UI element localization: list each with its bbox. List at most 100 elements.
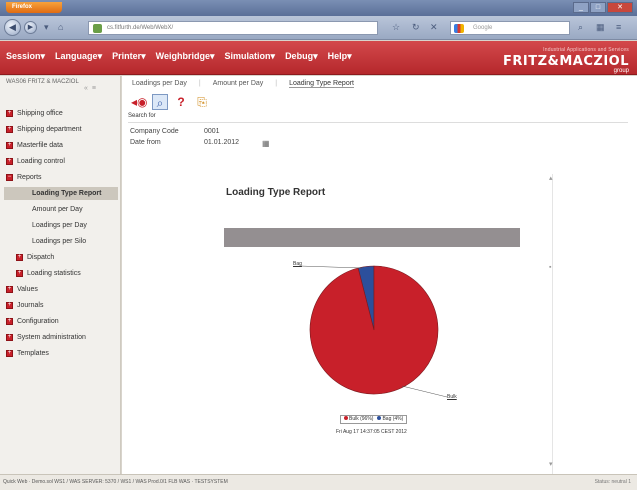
expand-icon[interactable]: + xyxy=(6,317,13,325)
pie-label-bag: Bag xyxy=(293,261,302,267)
menu-label: Weighbridge xyxy=(155,51,210,61)
expand-icon[interactable]: + xyxy=(6,109,13,117)
search-go-icon[interactable]: ⌕ xyxy=(578,22,583,33)
expand-icon[interactable]: + xyxy=(6,349,13,357)
history-dropdown-icon[interactable]: ▾ xyxy=(44,22,49,33)
sidebar-item-loadings-per-day[interactable]: Loadings per Day xyxy=(6,220,87,230)
pie-slice-bulk xyxy=(309,265,439,395)
collapse-icon[interactable]: − xyxy=(6,173,13,181)
sidebar-item-label: Shipping office xyxy=(17,109,63,117)
menu-label: Debug xyxy=(285,51,314,61)
expand-icon[interactable]: + xyxy=(6,141,13,149)
legend-swatch-icon xyxy=(377,416,382,420)
sidebar-item-loading-type-report[interactable]: Loading Type Report xyxy=(6,188,101,198)
sidebar-item-label: Reports xyxy=(17,173,42,181)
addon-icon[interactable]: ▦ xyxy=(596,22,605,33)
sidebar-item-shipping-department[interactable]: + Shipping department xyxy=(6,124,82,134)
sidebar-item-label: Loading Type Report xyxy=(32,189,102,197)
expand-icon[interactable]: + xyxy=(6,285,13,293)
sidebar-item-label: Loadings per Day xyxy=(32,221,87,229)
brand-sub: group xyxy=(613,68,629,74)
close-icon[interactable]: ✕ xyxy=(607,2,633,13)
bookmark-star-icon[interactable]: ☆ xyxy=(392,22,400,33)
maximize-icon[interactable]: □ xyxy=(590,2,606,13)
pie-leader-bag xyxy=(299,265,363,269)
menu-label: Help xyxy=(327,51,348,61)
menu-label: Simulation xyxy=(224,51,271,61)
menu-simulation[interactable]: Simulation▾ xyxy=(225,51,276,62)
report-timestamp: Fri Aug 17 14:37:05 CEST 2012 xyxy=(336,429,407,435)
expand-icon[interactable]: + xyxy=(16,253,23,261)
status-right: Status: neutral 1 xyxy=(594,479,631,485)
sidebar-item-system-administration[interactable]: + System administration xyxy=(6,332,86,342)
sidebar-item-label: Templates xyxy=(17,349,49,357)
browser-search-input[interactable]: Google xyxy=(450,21,570,35)
sidebar-item-label: System administration xyxy=(17,333,86,341)
minimize-icon[interactable]: _ xyxy=(573,2,589,13)
sidebar-item-loading-control[interactable]: + Loading control xyxy=(6,156,65,166)
menu-label: Printer xyxy=(112,51,142,61)
sidebar-item-amount-per-day[interactable]: Amount per Day xyxy=(6,204,83,214)
main-menu: Session▾ Language▾ Printer▾ Weighbridge▾… xyxy=(6,51,352,62)
legend-item-bag: Bag (4%) xyxy=(377,416,403,423)
sidebar-tools: «≡ xyxy=(84,85,100,92)
sidebar-item-values[interactable]: + Values xyxy=(6,284,38,294)
sidebar-item-reports[interactable]: − Reports xyxy=(6,172,42,182)
browser-titlebar: Firefox _ □ ✕ xyxy=(0,0,637,16)
sidebar-item-masterfile-data[interactable]: + Masterfile data xyxy=(6,140,63,150)
status-bar: Quick Web · Demo.sol WS1 / WAS SERVER: 5… xyxy=(0,474,637,490)
menu-icon[interactable]: ≡ xyxy=(616,22,621,32)
menu-session[interactable]: Session▾ xyxy=(6,51,45,62)
stop-icon[interactable]: ✕ xyxy=(430,22,438,33)
pie-leader-bulk xyxy=(401,385,448,398)
legend-label: Bulk (96%) xyxy=(349,416,374,422)
legend-item-bulk: Bulk (96%) xyxy=(344,416,373,423)
sidebar-item-label: Loading statistics xyxy=(27,269,81,277)
pie-label-bulk: Bulk xyxy=(447,394,457,400)
sidebar-item-label: Values xyxy=(17,285,38,293)
expand-icon[interactable]: + xyxy=(16,269,23,277)
sidebar-item-label: Dispatch xyxy=(27,253,55,261)
menu-help[interactable]: Help▾ xyxy=(328,51,352,62)
brand-logo: FRITZ&MACZIOL xyxy=(503,54,629,69)
sidebar-header: WAS06 FRITZ & MACZIOL xyxy=(6,79,79,85)
sidebar-item-loadings-per-silo[interactable]: Loadings per Silo xyxy=(6,236,86,246)
expand-icon[interactable]: + xyxy=(6,333,13,341)
expand-icon[interactable]: + xyxy=(6,157,13,165)
menu-label: Language xyxy=(55,51,98,61)
sidebar-item-loading-statistics[interactable]: + Loading statistics xyxy=(6,268,81,278)
home-icon[interactable]: ⌂ xyxy=(58,22,63,32)
site-favicon-icon xyxy=(93,24,102,33)
sidebar-item-label: Loading control xyxy=(17,157,65,165)
firefox-menu-button[interactable]: Firefox xyxy=(6,2,62,13)
menu-debug[interactable]: Debug▾ xyxy=(285,51,318,62)
menu-language[interactable]: Language▾ xyxy=(55,51,102,62)
sidebar-item-templates[interactable]: + Templates xyxy=(6,348,49,358)
sidebar-item-label: Journals xyxy=(17,301,44,309)
sidebar-item-label: Shipping department xyxy=(17,125,82,133)
search-placeholder: Google xyxy=(473,25,493,31)
browser-navbar: ◀ ▶ ▾ ⌂ cs.fitfurth.de/Web/WebX/ ☆ ↻ ✕ G… xyxy=(0,16,637,40)
sidebar-item-dispatch[interactable]: + Dispatch xyxy=(6,252,54,262)
brand-tagline: Industrial Applications and Services xyxy=(543,47,629,53)
menu-weighbridge[interactable]: Weighbridge▾ xyxy=(156,51,215,62)
sidebar: WAS06 FRITZ & MACZIOL «≡ + Shipping offic… xyxy=(0,76,121,474)
expand-icon[interactable]: + xyxy=(6,301,13,309)
window-controls: _ □ ✕ xyxy=(573,2,633,13)
sidebar-item-label: Amount per Day xyxy=(32,205,83,213)
back-icon[interactable]: ◀ xyxy=(4,19,21,36)
pin-icon[interactable]: ≡ xyxy=(92,85,100,92)
status-text: Quick Web · Demo.sol WS1 / WAS SERVER: 5… xyxy=(3,479,228,485)
google-icon xyxy=(454,24,464,33)
collapse-icon[interactable]: « xyxy=(84,85,92,92)
sidebar-item-journals[interactable]: + Journals xyxy=(6,300,43,310)
app-menu-bar: Session▾ Language▾ Printer▾ Weighbridge▾… xyxy=(0,41,637,75)
expand-icon[interactable]: + xyxy=(6,125,13,133)
sidebar-item-shipping-office[interactable]: + Shipping office xyxy=(6,108,63,118)
menu-printer[interactable]: Printer▾ xyxy=(112,51,146,62)
forward-icon[interactable]: ▶ xyxy=(24,21,37,34)
url-bar[interactable]: cs.fitfurth.de/Web/WebX/ xyxy=(88,21,378,35)
reload-icon[interactable]: ↻ xyxy=(412,22,420,33)
sidebar-item-label: Configuration xyxy=(17,317,59,325)
sidebar-item-configuration[interactable]: + Configuration xyxy=(6,316,59,326)
